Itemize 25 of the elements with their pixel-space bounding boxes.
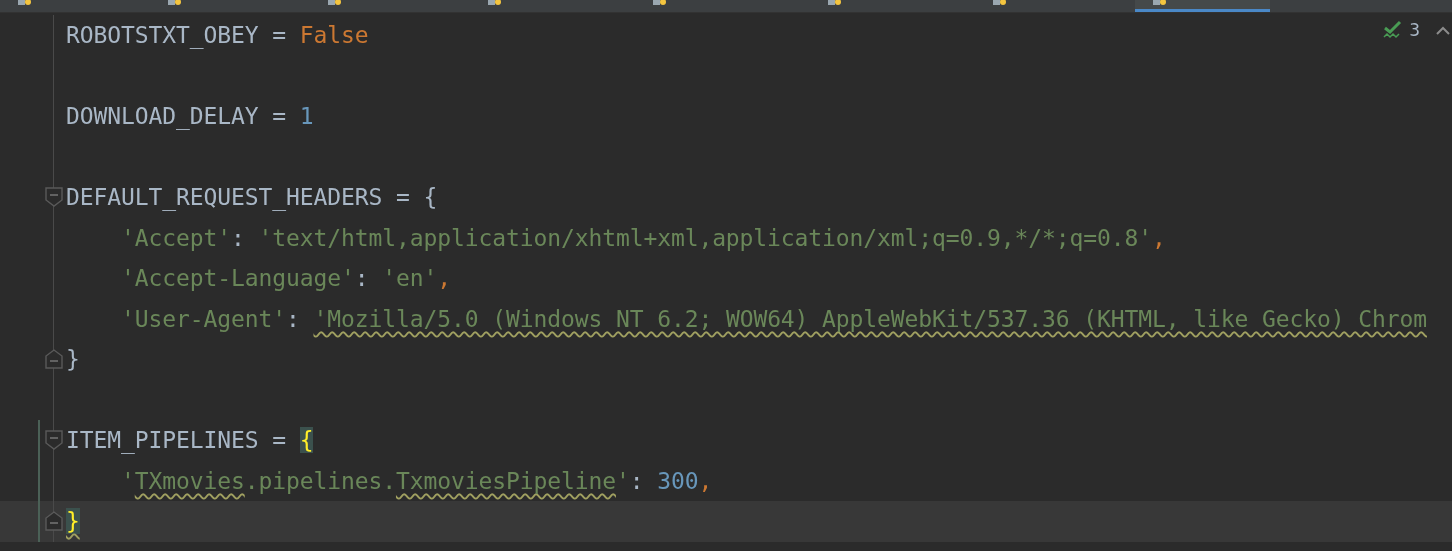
editor-tab[interactable] [1135,0,1270,12]
fold-collapse-icon[interactable] [45,349,63,369]
code-line: 'Accept': 'text/html,application/xhtml+xml,application/xml;q=0.9,*/*;q=0.8', [120,224,1166,251]
warning-count: 3 [1409,20,1420,40]
python-file-icon [488,0,502,6]
code-line: 'User-Agent': 'Mozilla/5.0 (Windows NT 6.2; WOW64) AppleWebKit/537.36 (KHTML, like Gecko) Chrom [120,305,1427,332]
fold-collapse-icon[interactable] [45,187,63,207]
code-line: ITEM_PIPELINES = { [66,427,314,454]
chevron-up-icon[interactable] [1436,25,1450,35]
python-file-icon [828,0,842,6]
python-file-icon [653,0,667,6]
code-line: DOWNLOAD_DELAY = 1 [66,103,314,130]
code-line: 'Accept-Language': 'en', [120,265,451,292]
fold-collapse-icon[interactable] [45,430,63,450]
python-file-icon [993,0,1007,6]
check-icon[interactable] [1383,20,1404,40]
code-line: } [66,346,80,373]
code-line: ROBOTSTXT_OBEY = False [66,22,369,49]
code-line: 'TXmovies.pipelines.TxmoviesPipeline': 300, [120,467,713,494]
python-file-icon [168,0,182,6]
python-file-icon [18,0,32,6]
python-file-icon [328,0,342,6]
python-file-icon [1153,0,1167,6]
code-line: DEFAULT_REQUEST_HEADERS = { [66,184,438,211]
fold-collapse-icon[interactable] [45,511,63,531]
